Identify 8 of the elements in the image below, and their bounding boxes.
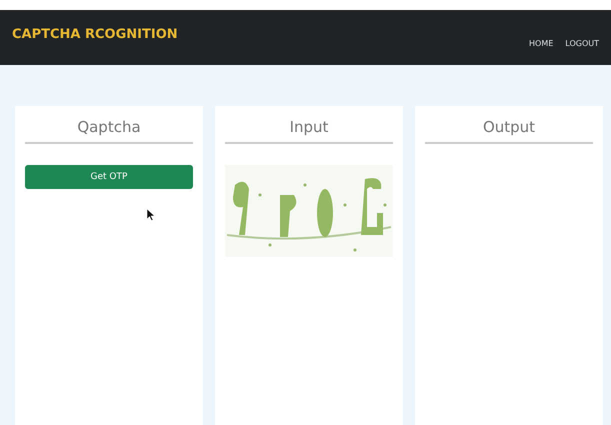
nav-link[interactable]: LOGOUT — [565, 39, 599, 48]
brand-title: CAPTCHA RCOGNITION — [12, 27, 178, 42]
get-otp-button[interactable]: Get OTP — [25, 165, 193, 189]
panel-title: Input — [225, 118, 393, 144]
panel-title: Output — [425, 118, 593, 144]
cursor-icon — [147, 209, 155, 221]
nav-link[interactable]: HOME — [529, 39, 554, 48]
panel-title: Qaptcha — [25, 118, 193, 144]
